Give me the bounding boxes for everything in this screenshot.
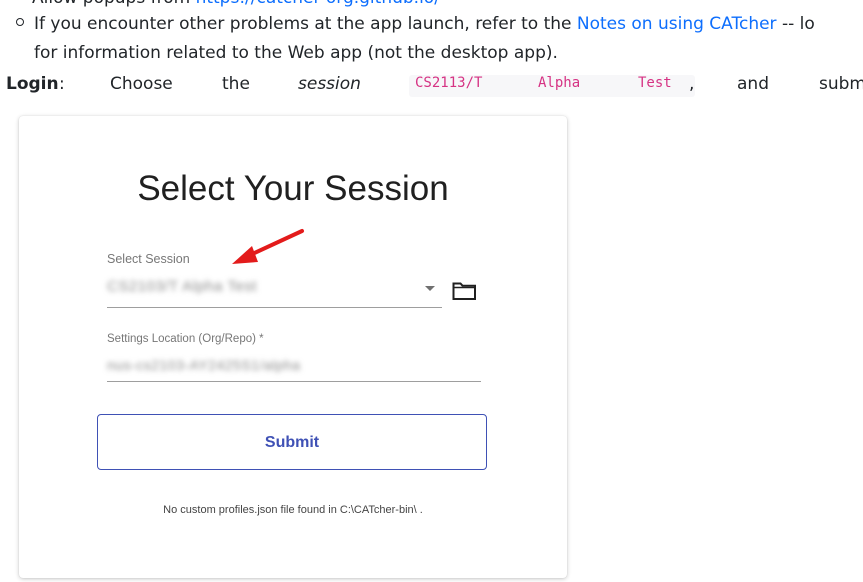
red-arrow-icon — [232, 229, 304, 264]
